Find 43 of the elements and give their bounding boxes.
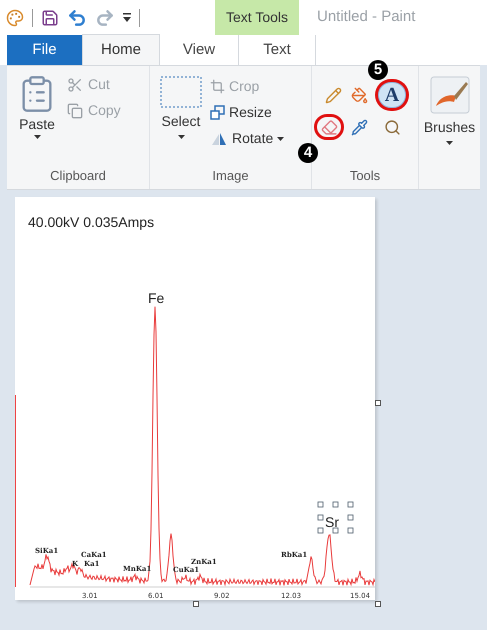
callout-number: 4 bbox=[298, 143, 318, 163]
group-label: Clipboard bbox=[50, 166, 106, 185]
paint-bucket-icon[interactable] bbox=[350, 86, 368, 104]
eraser-icon bbox=[320, 118, 338, 136]
color-picker-icon[interactable] bbox=[350, 118, 368, 136]
group-label: Tools bbox=[350, 166, 380, 184]
caret-icon bbox=[446, 141, 453, 145]
ribbon-tab[interactable]: Home bbox=[82, 34, 160, 65]
element-label: Fe bbox=[148, 290, 164, 306]
resize-button[interactable]: Resize bbox=[210, 102, 284, 123]
caret-icon bbox=[34, 135, 40, 139]
resize-handle[interactable] bbox=[375, 601, 381, 607]
voltage-current-text: 40.00kV 0.035Amps bbox=[28, 214, 154, 230]
window-title: Untitled - Paint bbox=[317, 7, 416, 28]
save-icon[interactable] bbox=[41, 8, 59, 26]
resize-handle[interactable] bbox=[375, 400, 381, 406]
group-label: Image bbox=[212, 166, 249, 185]
callout-number: 5 bbox=[368, 60, 388, 80]
copy-icon bbox=[67, 102, 83, 118]
element-label: Sr bbox=[325, 514, 339, 530]
resize-handle[interactable] bbox=[193, 601, 199, 607]
paint-palette-icon[interactable] bbox=[6, 8, 24, 26]
caret-icon bbox=[178, 135, 184, 139]
file-tab[interactable]: File bbox=[7, 35, 82, 65]
crop-icon bbox=[210, 79, 225, 94]
paste-button[interactable]: Paste bbox=[17, 74, 57, 166]
ribbon-tab[interactable]: View bbox=[160, 35, 238, 65]
rotate-button[interactable]: Rotate bbox=[210, 128, 284, 149]
select-rectangle-icon bbox=[160, 76, 202, 108]
undo-icon[interactable] bbox=[67, 8, 87, 28]
pencil-icon[interactable] bbox=[324, 86, 342, 104]
scissors-icon bbox=[67, 76, 83, 92]
brushes-button[interactable]: Brushes bbox=[419, 66, 480, 145]
text-selection-box[interactable] bbox=[318, 502, 354, 534]
contextual-tab-header: Text Tools bbox=[215, 0, 299, 35]
customize-dropdown-icon[interactable] bbox=[123, 13, 131, 22]
select-button[interactable]: Select bbox=[160, 76, 202, 166]
brush-icon bbox=[430, 76, 470, 114]
text-tool-button[interactable]: A bbox=[378, 82, 406, 108]
caret-icon bbox=[277, 136, 284, 140]
resize-icon bbox=[210, 105, 225, 120]
rotate-icon bbox=[210, 131, 228, 146]
magnifier-icon[interactable] bbox=[384, 118, 400, 136]
